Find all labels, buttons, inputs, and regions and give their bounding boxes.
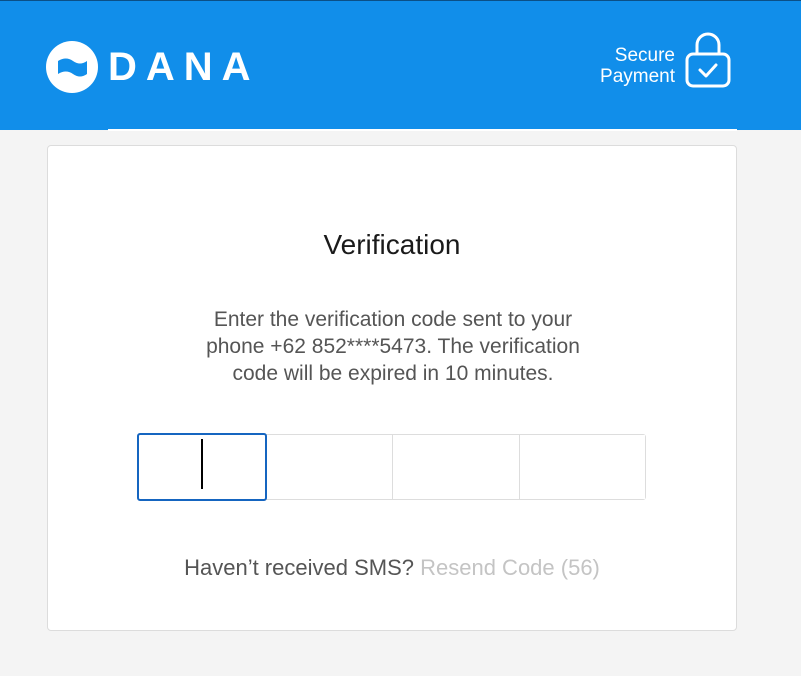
resend-code-link[interactable]: Resend Code (56): [420, 555, 600, 580]
header-underline: [108, 129, 737, 131]
dana-logo: DANA: [46, 41, 260, 93]
secure-label-line2: Payment: [600, 66, 675, 87]
text-caret: [201, 439, 203, 489]
resend-question: Haven’t received SMS?: [184, 555, 414, 580]
otp-digit-4[interactable]: [519, 435, 645, 499]
otp-code-input: [137, 433, 646, 501]
verification-description: Enter the verification code sent to your…: [206, 308, 580, 385]
resend-row: Haven’t received SMS? Resend Code (56): [48, 555, 736, 581]
otp-digit-1[interactable]: [137, 433, 267, 501]
secure-payment-badge: Secure Payment: [600, 32, 731, 88]
lock-check-icon: [685, 32, 731, 88]
dana-logo-icon: [46, 41, 98, 93]
page-title: Verification: [323, 229, 461, 260]
otp-digit-3[interactable]: [393, 435, 520, 499]
otp-digit-2[interactable]: [266, 435, 393, 499]
brand-name: DANA: [108, 45, 260, 89]
secure-payment-label: Secure Payment: [600, 45, 675, 87]
verification-card: Verification Enter the verification code…: [47, 145, 737, 631]
secure-label-line1: Secure: [614, 45, 675, 66]
header-bar: DANA Secure Payment: [0, 0, 801, 130]
